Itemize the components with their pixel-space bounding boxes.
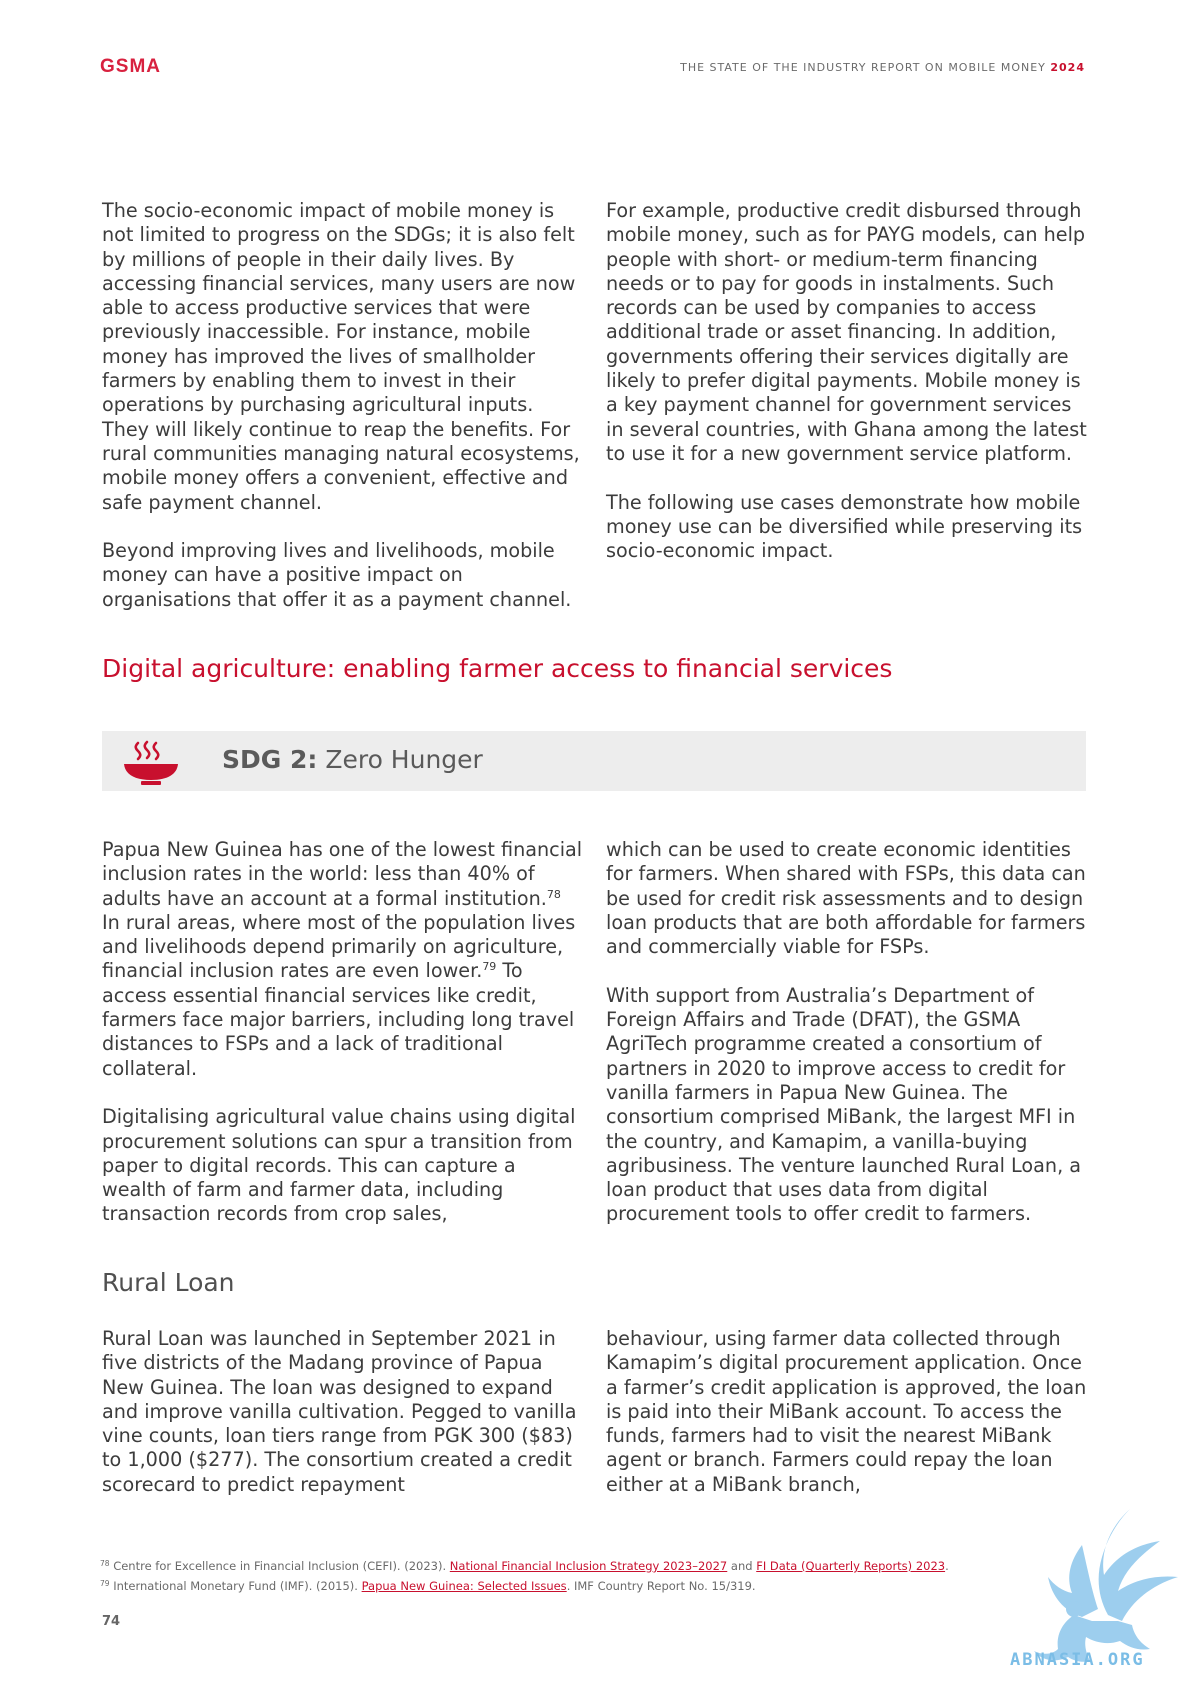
section-title: Digital agriculture: enabling farmer acc… bbox=[102, 654, 893, 683]
intro-paragraph: The following use cases demonstrate how … bbox=[606, 490, 1083, 563]
footnote-ref[interactable]: 78 bbox=[547, 888, 561, 901]
agri-paragraph: Papua New Guinea has one of the lowest f… bbox=[102, 838, 584, 1081]
intro-paragraph: Beyond improving lives and livelihoods, … bbox=[102, 539, 572, 611]
running-header: THE STATE OF THE INDUSTRY REPORT ON MOBI… bbox=[680, 61, 1085, 74]
footnote-text: Centre for Excellence in Financial Inclu… bbox=[109, 1559, 450, 1573]
agri-left-column: Papua New Guinea has one of the lowest f… bbox=[102, 838, 584, 1251]
footnote-number: 79 bbox=[100, 1579, 110, 1588]
intro-paragraph: For example, productive credit disbursed… bbox=[606, 199, 1087, 465]
bowl-icon bbox=[124, 740, 178, 785]
footnote-link[interactable]: Papua New Guinea: Selected Issues bbox=[362, 1579, 567, 1593]
intro-right-column: For example, productive credit disbursed… bbox=[606, 199, 1088, 588]
footnote-link[interactable]: FI Data (Quarterly Reports) 2023 bbox=[756, 1559, 945, 1573]
rural-right-column: behaviour, using farmer data collected t… bbox=[606, 1327, 1088, 1521]
agri-right-column: which can be used to create economic ide… bbox=[606, 838, 1088, 1251]
agri-paragraph: Digitalising agricultural value chains u… bbox=[102, 1105, 576, 1226]
subsection-title: Rural Loan bbox=[102, 1268, 235, 1297]
footnote-text: International Monetary Fund (IMF). (2015… bbox=[109, 1579, 362, 1593]
griffin-watermark-icon bbox=[1034, 1509, 1178, 1662]
intro-left-column: The socio-economic impact of mobile mone… bbox=[102, 199, 584, 636]
footnote-78: 78 Centre for Excellence in Financial In… bbox=[100, 1555, 949, 1575]
sdg-name: Zero Hunger bbox=[325, 745, 483, 774]
report-title: THE STATE OF THE INDUSTRY REPORT ON MOBI… bbox=[680, 61, 1046, 74]
sdg-heading: SDG 2: Zero Hunger bbox=[222, 745, 483, 774]
rural-paragraph: Rural Loan was launched in September 202… bbox=[102, 1327, 577, 1496]
rural-paragraph: behaviour, using farmer data collected t… bbox=[606, 1327, 1087, 1496]
page-number: 74 bbox=[102, 1614, 121, 1629]
sdg-banner: SDG 2: Zero Hunger bbox=[102, 731, 1086, 791]
gsma-logo: GSMA bbox=[100, 56, 161, 77]
footnotes: 78 Centre for Excellence in Financial In… bbox=[100, 1555, 949, 1595]
footnote-ref[interactable]: 79 bbox=[482, 960, 496, 973]
footnote-79: 79 International Monetary Fund (IMF). (2… bbox=[100, 1575, 949, 1595]
footnote-text: and bbox=[727, 1559, 757, 1573]
intro-paragraph: The socio-economic impact of mobile mone… bbox=[102, 199, 580, 514]
report-year: 2024 bbox=[1050, 61, 1085, 74]
footnote-text: . IMF Country Report No. 15/319. bbox=[566, 1579, 756, 1593]
footnote-number: 78 bbox=[100, 1559, 110, 1568]
agri-paragraph: which can be used to create economic ide… bbox=[606, 838, 1086, 959]
footnote-link[interactable]: National Financial Inclusion Strategy 20… bbox=[450, 1559, 727, 1573]
agri-paragraph: With support from Australia’s Department… bbox=[606, 983, 1082, 1226]
text-run: Papua New Guinea has one of the lowest f… bbox=[102, 838, 583, 910]
rural-left-column: Rural Loan was launched in September 202… bbox=[102, 1327, 584, 1521]
sdg-number: SDG 2: bbox=[222, 745, 318, 774]
footnote-text: . bbox=[945, 1559, 949, 1573]
watermark-text: ABNASIA.ORG bbox=[1010, 1650, 1145, 1670]
